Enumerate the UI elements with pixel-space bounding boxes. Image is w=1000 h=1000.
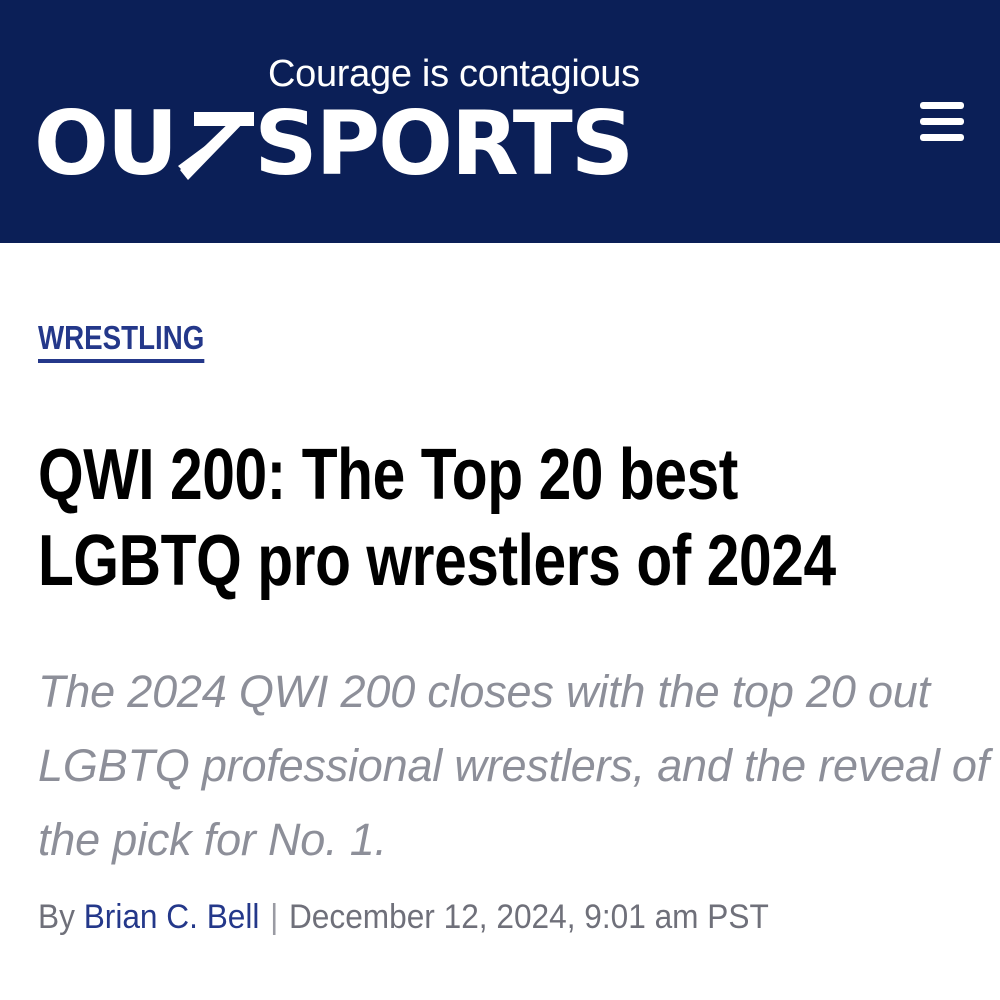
byline: By Brian C. Bell | December 12, 2024, 9:… — [38, 895, 769, 939]
page: Courage is contagious OU SPORTS WRESTLIN… — [0, 0, 1000, 1000]
article-summary: The 2024 QWI 200 closes with the top 20 … — [38, 666, 990, 865]
publish-date: December 12, 2024, 9:01 am PST — [288, 898, 769, 936]
site-logo[interactable]: OU SPORTS — [34, 92, 634, 195]
menu-bar — [920, 134, 964, 141]
site-tagline: Courage is contagious — [268, 53, 640, 95]
menu-bar — [920, 118, 964, 125]
menu-bar — [920, 102, 964, 109]
hamburger-menu-icon[interactable] — [914, 98, 970, 146]
byline-prefix: By — [38, 898, 75, 936]
byline-separator: | — [270, 898, 279, 936]
article-headline: QWI 200: The Top 20 best LGBTQ pro wrest… — [38, 435, 836, 601]
logo-text-left: OU — [34, 92, 178, 195]
author-link[interactable]: Brian C. Bell — [84, 898, 260, 936]
arrow-up-right-icon — [178, 112, 255, 180]
logo-text-right: SPORTS — [254, 92, 634, 195]
site-header: Courage is contagious OU SPORTS — [0, 0, 1000, 243]
category-link[interactable]: WRESTLING — [38, 318, 205, 363]
